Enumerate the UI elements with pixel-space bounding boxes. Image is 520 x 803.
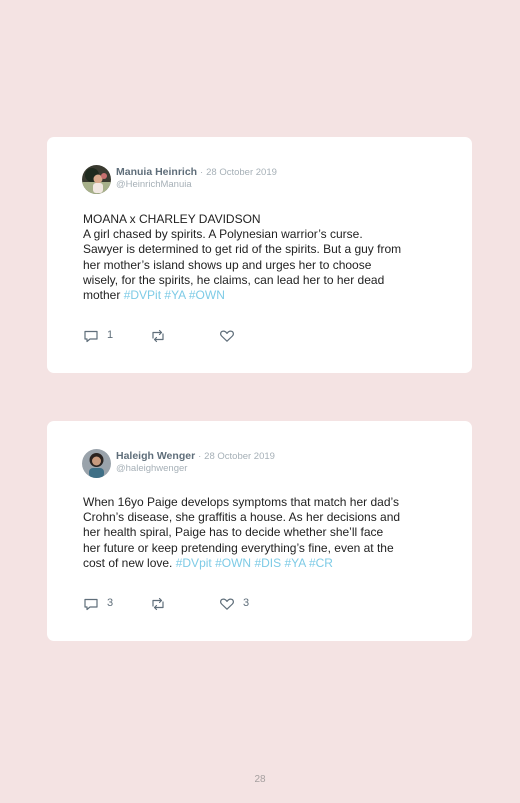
- author-name[interactable]: Haleigh Wenger: [116, 450, 195, 462]
- reply-icon[interactable]: [83, 596, 99, 612]
- tweet-card: Haleigh Wenger · 28 October 2019 @haleig…: [47, 421, 472, 641]
- author-handle[interactable]: @haleighwenger: [116, 463, 187, 474]
- heart-icon[interactable]: [219, 596, 235, 612]
- author-handle[interactable]: @HeinrichManuia: [116, 179, 192, 190]
- tweet-text-line: MOANA x CHARLEY DAVIDSON: [83, 212, 261, 226]
- hashtag[interactable]: #DVpit: [176, 556, 212, 570]
- hashtag[interactable]: #OWN: [215, 556, 251, 570]
- tweet-text-line: mother #DVPit #YA #OWN: [83, 288, 443, 303]
- hashtag[interactable]: #OWN: [189, 288, 225, 302]
- tweet-text-line: her mother’s island shows up and urges h…: [83, 257, 372, 272]
- heart-icon[interactable]: [219, 328, 235, 344]
- hashtag[interactable]: #CR: [309, 556, 333, 570]
- author-name[interactable]: Manuia Heinrich: [116, 166, 197, 178]
- tweet-actions: 1: [83, 328, 303, 344]
- retweet-icon[interactable]: [150, 596, 166, 612]
- like-count: 3: [243, 597, 250, 609]
- reply-count: 3: [107, 597, 114, 609]
- tweet-text-end: cost of new love.: [83, 555, 176, 570]
- tweet-card: Manuia Heinrich · 28 October 2019 @Heinr…: [47, 137, 472, 373]
- tweet-date[interactable]: 28 October 2019: [206, 167, 277, 178]
- separator: ·: [198, 451, 202, 462]
- reply-icon[interactable]: [83, 328, 99, 344]
- separator: ·: [200, 167, 204, 178]
- hashtag[interactable]: #DVPit: [124, 288, 161, 302]
- hashtag[interactable]: #DIS: [254, 556, 281, 570]
- author-row: Haleigh Wenger · 28 October 2019: [116, 450, 275, 462]
- tweet-actions: 3 3: [83, 596, 303, 612]
- tweet-text-line: wisely, for the spirits, he claims, can …: [83, 272, 385, 287]
- retweet-icon[interactable]: [150, 328, 166, 344]
- tweet-text-line: Sawyer is determined to get rid of the s…: [83, 242, 402, 257]
- tweet-text-end: mother: [83, 288, 124, 303]
- reply-count: 1: [107, 329, 114, 341]
- tweet-text-line: cost of new love. #DVpit #OWN #DIS #YA #…: [83, 556, 443, 571]
- tweet-text-line: A girl chased by spirits. A Polynesian w…: [83, 227, 363, 242]
- tweet-text: MOANA x CHARLEY DAVIDSON A girl chased b…: [83, 212, 443, 303]
- tweet-text-line: Crohn’s disease, she graffitis a house. …: [83, 510, 401, 525]
- hashtag[interactable]: #YA: [284, 556, 305, 570]
- author-row: Manuia Heinrich · 28 October 2019: [116, 166, 277, 178]
- hashtag[interactable]: #YA: [164, 288, 185, 302]
- tweet-text: When 16yo Paige develops symptoms that m…: [83, 495, 443, 571]
- avatar[interactable]: [82, 449, 111, 478]
- tweet-text-line: her future or keep pretending everything…: [83, 540, 394, 555]
- tweet-text-line: her health spiral, Paige has to decide w…: [83, 525, 384, 540]
- tweet-date[interactable]: 28 October 2019: [204, 451, 275, 462]
- page-number: 28: [254, 774, 266, 785]
- tweet-text-line: When 16yo Paige develops symptoms that m…: [83, 495, 399, 509]
- avatar[interactable]: [82, 165, 111, 194]
